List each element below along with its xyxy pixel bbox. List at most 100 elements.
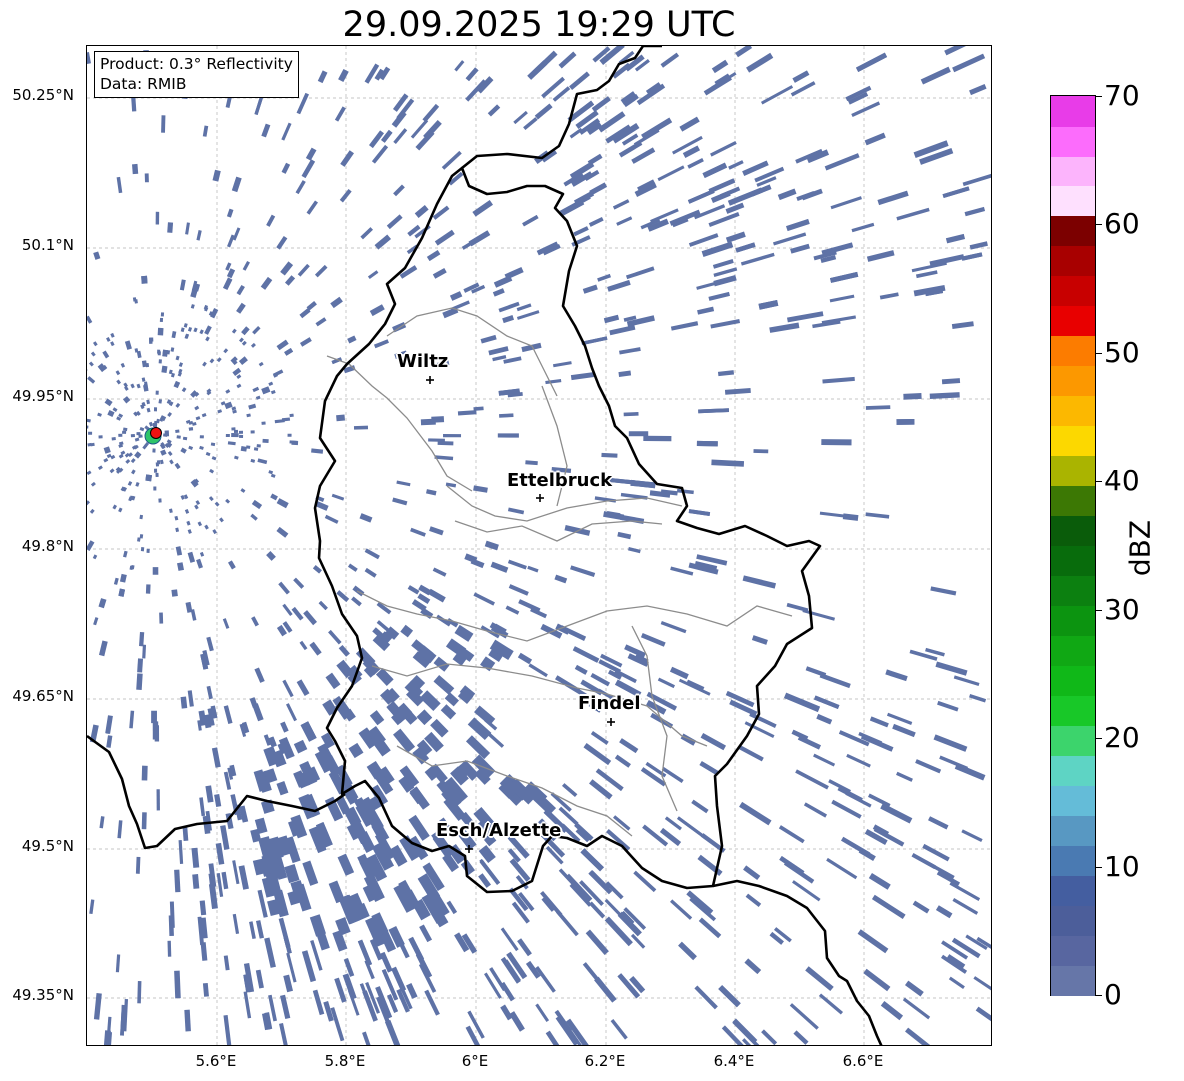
echo-cell — [293, 739, 308, 754]
echo-cell — [742, 575, 777, 589]
echo-cell — [941, 378, 961, 385]
colorbar-segment — [1051, 725, 1095, 756]
echo-cell — [614, 754, 631, 768]
echo-cell — [246, 413, 251, 418]
echo-cell — [935, 661, 968, 676]
echo-cell — [216, 357, 222, 363]
echo-cell — [238, 865, 249, 890]
echo-cell — [204, 524, 209, 530]
echo-cell — [120, 362, 126, 368]
echo-cell — [331, 493, 345, 501]
echo-cell — [961, 252, 983, 261]
echo-cell — [880, 803, 913, 824]
colorbar-tick-label: 70 — [1104, 79, 1140, 112]
echo-cell — [88, 431, 93, 435]
echo-cell — [948, 976, 965, 989]
echo-cell — [231, 432, 239, 438]
echo-cell — [816, 713, 833, 725]
echo-cell — [87, 425, 89, 429]
echo-cell — [517, 938, 532, 957]
echo-cell — [952, 53, 986, 73]
echo-cell — [364, 548, 380, 560]
echo-cell — [202, 125, 209, 137]
echo-cell — [199, 900, 207, 916]
echo-cell — [296, 679, 310, 696]
echo-cell — [708, 291, 730, 301]
echo-cell — [821, 439, 852, 446]
echo-cell — [813, 753, 836, 767]
echo-cell — [392, 497, 408, 506]
radar-map[interactable] — [86, 45, 992, 1046]
echo-cell — [902, 997, 931, 1020]
echo-cell — [535, 1003, 550, 1023]
echo-cell — [830, 196, 862, 210]
echo-cell — [180, 696, 188, 709]
echo-cell — [116, 379, 122, 385]
echo-cell — [689, 897, 717, 922]
echo-cell — [353, 425, 369, 430]
echo-cell — [545, 378, 562, 385]
echo-cell — [414, 204, 429, 218]
echo-cell — [193, 327, 198, 333]
echo-cell — [528, 663, 548, 678]
echo-cell — [311, 448, 324, 454]
echo-cell — [152, 567, 159, 575]
echo-cell — [276, 339, 289, 351]
echo-cell — [328, 629, 342, 645]
echo-cell — [513, 110, 528, 125]
echo-cell — [725, 231, 746, 243]
echo-cell — [869, 716, 889, 728]
echo-cell — [573, 226, 589, 237]
echo-cell — [409, 786, 430, 810]
echo-cell — [155, 472, 159, 477]
echo-cell — [896, 419, 915, 425]
echo-cell — [583, 743, 612, 766]
echo-cell — [145, 474, 152, 482]
echo-cell — [154, 725, 160, 742]
echo-cell — [185, 222, 190, 235]
echo-cell — [793, 1030, 809, 1045]
echo-cell — [217, 409, 223, 414]
echo-cell — [87, 418, 91, 423]
echo-cell — [962, 173, 991, 187]
echo-cell — [92, 341, 98, 347]
echo-cell — [187, 529, 192, 534]
echo-cell — [274, 419, 285, 424]
echo-cell — [309, 641, 322, 656]
echo-cell — [117, 820, 123, 839]
colorbar-segment — [1051, 305, 1095, 337]
echo-cell — [225, 389, 231, 394]
echo-cell — [199, 445, 204, 450]
echo-cell — [942, 186, 970, 199]
echo-cell — [461, 237, 480, 250]
echo-cell — [250, 458, 256, 463]
echo-cell — [746, 52, 774, 73]
data-source-label: Data: RMIB — [100, 75, 187, 93]
echo-cell — [137, 658, 144, 673]
echo-cell — [170, 347, 175, 352]
lon-label-6.2: 6.2°E — [584, 1052, 626, 1070]
echo-cell — [951, 321, 974, 330]
echo-cell — [400, 624, 414, 638]
echo-cell — [527, 565, 539, 573]
echo-cell — [465, 67, 479, 82]
echo-cell — [607, 279, 631, 292]
echo-cell — [206, 685, 213, 700]
echo-cell — [954, 763, 986, 781]
city-marker — [536, 494, 544, 502]
echo-cell — [221, 871, 229, 890]
echo-cell — [276, 526, 289, 538]
echo-cell — [829, 294, 855, 303]
echo-cell — [499, 413, 514, 418]
colorbar-tick-label: 40 — [1104, 464, 1140, 498]
echo-cell — [480, 334, 497, 344]
echo-cell — [146, 399, 151, 405]
echo-cell — [761, 1029, 778, 1045]
echo-cell — [792, 880, 821, 902]
echo-cell — [393, 128, 408, 145]
echo-cell — [283, 974, 293, 993]
echo-cell — [821, 242, 854, 256]
echo-cell — [182, 436, 188, 441]
echo-cell — [208, 883, 218, 909]
echo-cell — [786, 311, 824, 323]
